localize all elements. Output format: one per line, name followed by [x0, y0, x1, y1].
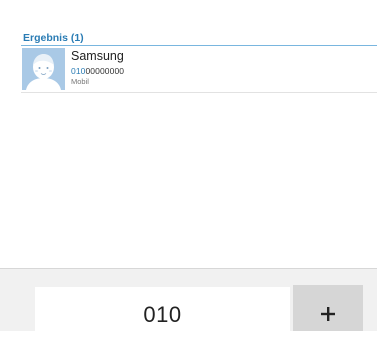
contact-name: Samsung [71, 49, 124, 63]
plus-icon [321, 307, 335, 321]
row-divider [21, 92, 377, 93]
default-contact-avatar-icon [22, 48, 65, 90]
contact-number-match: 010 [71, 66, 86, 76]
top-bar [0, 0, 377, 10]
dialed-number-field[interactable]: 010 [35, 287, 290, 331]
contact-number-type: Mobil [71, 77, 89, 86]
add-contact-button[interactable] [293, 285, 363, 331]
contact-result-row[interactable]: Samsung 01000000000 Mobil [21, 46, 377, 92]
contact-number-rest: 00000000 [85, 66, 125, 76]
results-header: Ergebnis (1) [23, 32, 84, 44]
contact-number: 01000000000 [71, 66, 124, 76]
